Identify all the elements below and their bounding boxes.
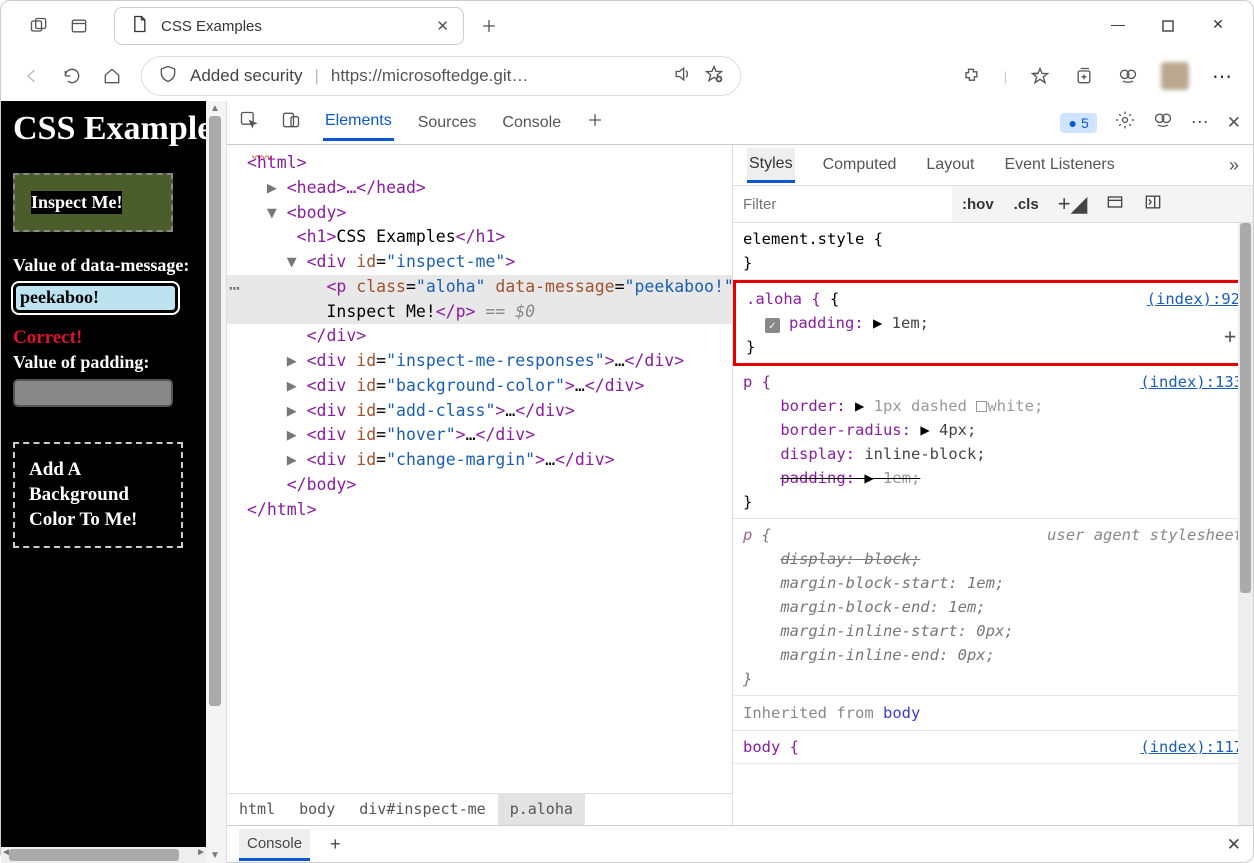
aloha-rule[interactable]: .aloha { {(index):92 ✓ padding: ▶ 1em; }… bbox=[733, 280, 1253, 366]
breadcrumb[interactable]: htmlbodydiv#inspect-mep.aloha bbox=[227, 793, 732, 825]
add-bg-box[interactable]: Add A Background Color To Me! bbox=[13, 442, 183, 548]
element-style-rule[interactable]: element.style { } bbox=[733, 223, 1253, 280]
issues-badge[interactable]: ● 5 bbox=[1060, 113, 1096, 133]
tab-actions-icon[interactable] bbox=[69, 16, 89, 36]
shield-icon bbox=[158, 64, 178, 89]
question2-label: Value of padding: bbox=[13, 351, 194, 374]
page-horizontal-scrollbar[interactable]: ◄► bbox=[1, 847, 206, 863]
styles-panel: Styles Computed Layout Event Listeners »… bbox=[732, 145, 1253, 825]
console-tab[interactable]: Console bbox=[500, 106, 563, 140]
settings-icon[interactable] bbox=[1115, 110, 1135, 135]
elements-tab[interactable]: Elements bbox=[323, 104, 394, 141]
favorites-icon[interactable] bbox=[1029, 66, 1051, 86]
page-icon bbox=[129, 14, 149, 38]
p-rule[interactable]: p {(index):133 border: ▶ 1px dashed whit… bbox=[733, 366, 1253, 519]
back-button[interactable] bbox=[21, 66, 43, 86]
profile-avatar[interactable] bbox=[1161, 62, 1189, 90]
inherited-section: Inherited from body bbox=[733, 696, 1253, 731]
styles-scrollbar[interactable] bbox=[1238, 223, 1253, 825]
feedback-icon[interactable] bbox=[1153, 110, 1173, 135]
separator: | bbox=[314, 66, 318, 86]
filter-input[interactable] bbox=[733, 186, 952, 222]
favorite-icon[interactable] bbox=[704, 64, 724, 89]
browser-toolbar: Added security | https://microsoftedge.g… bbox=[1, 51, 1253, 101]
devtools-more-icon[interactable]: ⋯ bbox=[1191, 112, 1209, 133]
more-tabs-icon[interactable] bbox=[585, 110, 605, 135]
toggle-panel-icon[interactable] bbox=[1134, 192, 1172, 217]
more-subtabs-icon[interactable]: » bbox=[1229, 155, 1239, 176]
title-bar: CSS Examples ✕ — ✕ bbox=[1, 1, 1253, 51]
question1-label: Value of data-message: bbox=[13, 254, 194, 277]
styles-tabs: Styles Computed Layout Event Listeners » bbox=[733, 145, 1253, 185]
rendered-page: CSS Examples Inspect Me! Value of data-m… bbox=[1, 101, 206, 863]
close-tab-icon[interactable]: ✕ bbox=[436, 17, 449, 35]
ua-rule[interactable]: p {user agent stylesheet display: block;… bbox=[733, 519, 1253, 696]
add-property-icon[interactable]: + bbox=[1224, 321, 1236, 352]
inspect-element-icon[interactable] bbox=[239, 110, 259, 135]
events-subtab[interactable]: Event Listeners bbox=[1002, 149, 1116, 181]
styles-subtab[interactable]: Styles bbox=[747, 148, 795, 183]
security-label: Added security bbox=[190, 66, 302, 86]
drawer-add-tab-icon[interactable]: + bbox=[330, 834, 341, 855]
cls-button[interactable]: .cls bbox=[1004, 196, 1049, 213]
correct-label: Correct! bbox=[13, 327, 194, 349]
elements-tree[interactable]: 〰〰 <html> ▶ <head>…</head> ▼ <body> <h1>… bbox=[227, 145, 732, 825]
devtools-close-icon[interactable]: ✕ bbox=[1227, 113, 1241, 133]
source-link[interactable]: (index):92 bbox=[1147, 287, 1240, 311]
extensions-icon[interactable] bbox=[960, 66, 982, 86]
drawer-console-tab[interactable]: Console bbox=[239, 829, 310, 861]
sources-tab[interactable]: Sources bbox=[416, 106, 479, 140]
devtools-panel: Elements Sources Console ● 5 ⋯ ✕ 〰〰 <htm… bbox=[226, 101, 1253, 863]
computed-subtab[interactable]: Computed bbox=[821, 149, 899, 181]
data-message-input[interactable] bbox=[13, 283, 178, 313]
layout-subtab[interactable]: Layout bbox=[924, 149, 976, 181]
collections-icon[interactable] bbox=[1073, 66, 1095, 86]
hov-button[interactable]: :hov bbox=[952, 196, 1004, 213]
page-title: CSS Examples bbox=[13, 109, 194, 148]
inspect-me-box[interactable]: Inspect Me! bbox=[13, 173, 173, 232]
page-vertical-scrollbar[interactable]: ▲▼ bbox=[206, 101, 226, 863]
selected-element: ⋯ <p class="aloha" data-message="peekabo… bbox=[227, 275, 732, 300]
address-bar[interactable]: Added security | https://microsoftedge.g… bbox=[141, 56, 741, 96]
console-drawer: Console + ✕ bbox=[227, 825, 1253, 863]
new-rule-icon[interactable]: +◢ bbox=[1049, 191, 1097, 217]
minimize-button[interactable]: — bbox=[1108, 16, 1128, 36]
browser-essentials-icon[interactable] bbox=[1117, 66, 1139, 86]
devtools-tabs: Elements Sources Console ● 5 ⋯ ✕ bbox=[227, 101, 1253, 145]
body-rule[interactable]: body {(index):117 bbox=[733, 731, 1253, 764]
refresh-button[interactable] bbox=[61, 66, 83, 86]
close-window-button[interactable]: ✕ bbox=[1208, 16, 1228, 36]
more-icon[interactable]: ⋯ bbox=[1211, 64, 1233, 89]
home-button[interactable] bbox=[101, 66, 123, 86]
read-aloud-icon[interactable] bbox=[672, 64, 692, 89]
new-tab-button[interactable] bbox=[479, 16, 499, 36]
workspaces-icon[interactable] bbox=[29, 16, 49, 36]
drawer-close-icon[interactable]: ✕ bbox=[1227, 835, 1241, 855]
tab-title: CSS Examples bbox=[161, 18, 262, 35]
device-toolbar-icon[interactable] bbox=[281, 110, 301, 135]
computed-sidebar-icon[interactable] bbox=[1096, 192, 1134, 217]
maximize-button[interactable] bbox=[1158, 16, 1178, 36]
styles-toolbar: :hov .cls +◢ bbox=[733, 185, 1253, 223]
padding-input[interactable] bbox=[13, 379, 173, 407]
browser-tab[interactable]: CSS Examples ✕ bbox=[114, 7, 464, 45]
url-text: https://microsoftedge.git… bbox=[331, 66, 528, 86]
